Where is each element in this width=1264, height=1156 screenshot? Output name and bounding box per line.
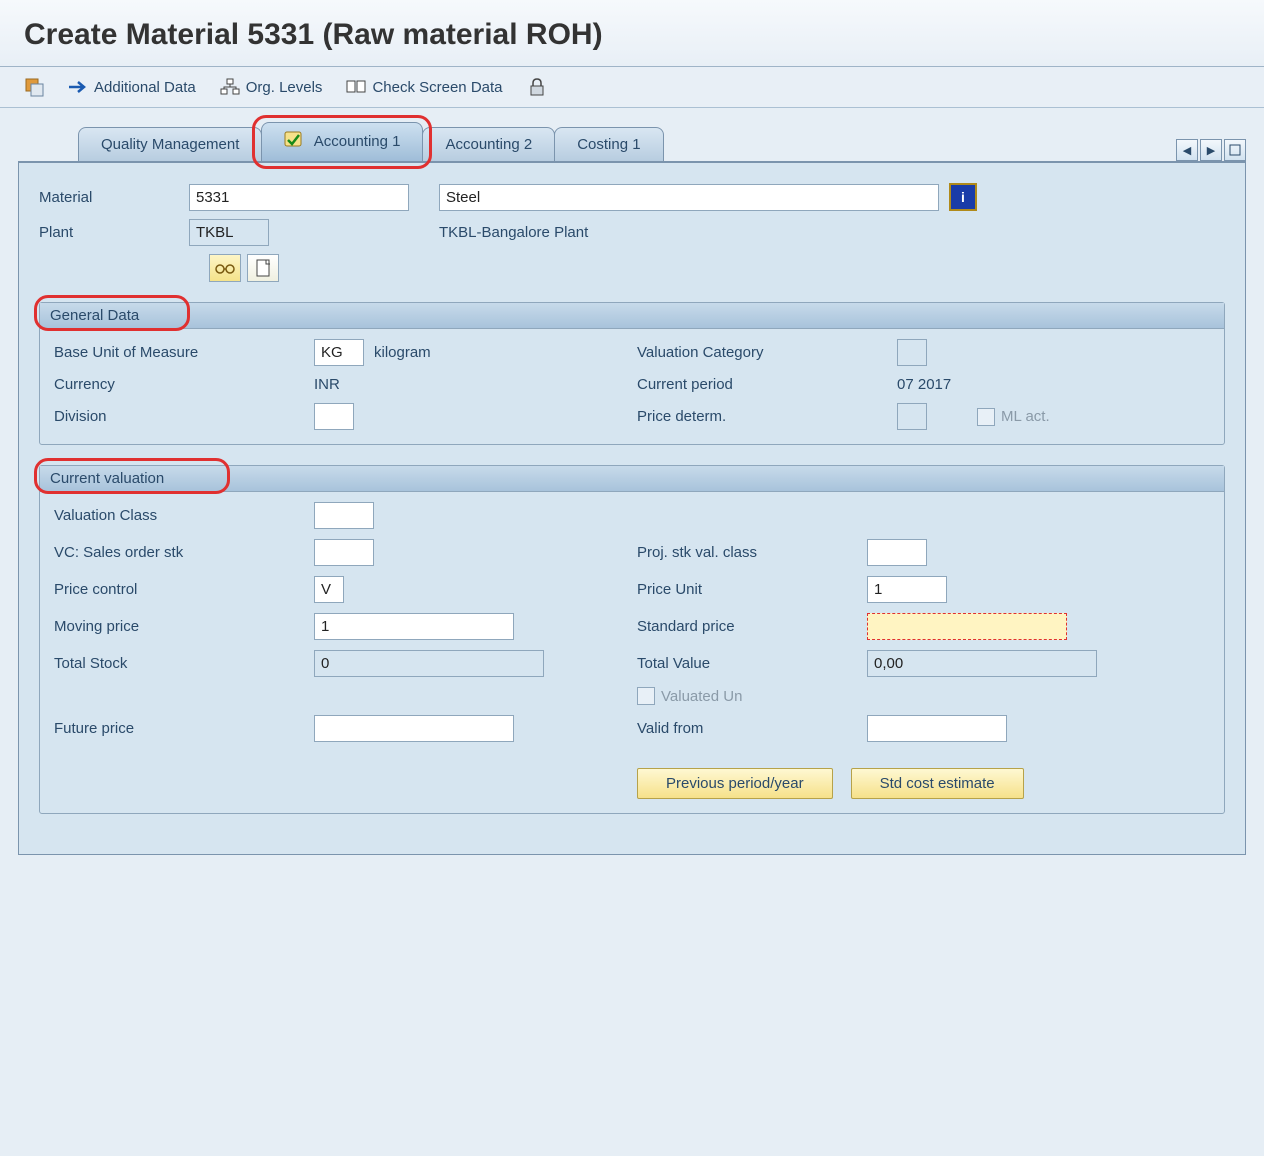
org-levels-button[interactable]: Org. Levels	[220, 77, 323, 97]
price-control-label: Price control	[54, 581, 304, 598]
tab-list-all[interactable]	[1224, 139, 1246, 161]
glasses-display-button[interactable]	[209, 254, 241, 282]
price-determ-label: Price determ.	[637, 408, 887, 425]
valuation-category-input	[897, 339, 927, 366]
standard-price-input[interactable]	[867, 613, 1067, 640]
create-document-button[interactable]	[247, 254, 279, 282]
valuated-un-checkbox	[637, 687, 655, 705]
tab-accounting1-label: Accounting 1	[314, 133, 401, 150]
accounting-icon	[284, 131, 304, 153]
vc-sales-input[interactable]	[314, 539, 374, 566]
standard-price-label: Standard price	[637, 618, 857, 635]
toolbar: Additional Data Org. Levels Check Screen…	[0, 67, 1264, 108]
valid-from-label: Valid from	[637, 720, 857, 737]
division-label: Division	[54, 408, 304, 425]
additional-data-label: Additional Data	[94, 79, 196, 96]
price-determ-input	[897, 403, 927, 430]
moving-price-label: Moving price	[54, 618, 304, 635]
ml-act-checkbox	[977, 408, 995, 426]
base-uom-text: kilogram	[374, 344, 431, 361]
tab-costing1-label: Costing 1	[577, 136, 640, 153]
page-title: Create Material 5331 (Raw material ROH)	[0, 0, 1264, 67]
total-stock-input	[314, 650, 544, 677]
current-valuation-title: Current valuation	[40, 466, 1224, 492]
moving-price-input[interactable]	[314, 613, 514, 640]
info-button[interactable]: i	[949, 183, 977, 211]
division-input[interactable]	[314, 403, 354, 430]
current-period-value: 07 2017	[897, 376, 951, 393]
general-data-title: General Data	[40, 303, 1224, 329]
valuated-un-label: Valuated Un	[661, 688, 742, 705]
tab-scroll-left[interactable]: ◀	[1176, 139, 1198, 161]
org-levels-label: Org. Levels	[246, 79, 323, 96]
tab-quality-label: Quality Management	[101, 136, 239, 153]
total-value-input	[867, 650, 1097, 677]
std-cost-estimate-button[interactable]: Std cost estimate	[851, 768, 1024, 799]
svg-text:i: i	[961, 189, 965, 205]
content-panel: Material i Plant TKBL-Bangalore Plant Ge…	[18, 161, 1246, 855]
future-price-input[interactable]	[314, 715, 514, 742]
lock-icon	[527, 77, 547, 97]
total-stock-label: Total Stock	[54, 655, 304, 672]
plant-description: TKBL-Bangalore Plant	[439, 224, 588, 241]
tab-accounting-2[interactable]: Accounting 2	[422, 127, 555, 161]
toolbar-arrow-left-icon[interactable]	[24, 77, 44, 97]
valuation-class-input[interactable]	[314, 502, 374, 529]
plant-input	[189, 219, 269, 246]
tab-accounting2-label: Accounting 2	[445, 136, 532, 153]
total-value-label: Total Value	[637, 655, 857, 672]
ml-act-label: ML act.	[1001, 408, 1050, 425]
hierarchy-icon	[220, 77, 240, 97]
material-label: Material	[39, 189, 179, 206]
material-description-input[interactable]	[439, 184, 939, 211]
currency-label: Currency	[54, 376, 304, 393]
tab-costing-1[interactable]: Costing 1	[554, 127, 663, 161]
valuation-class-label: Valuation Class	[54, 507, 304, 524]
future-price-label: Future price	[54, 720, 304, 737]
proj-stk-label: Proj. stk val. class	[637, 544, 857, 561]
tabs-nav: ◀ ▶	[1176, 139, 1246, 161]
arrow-right-icon	[68, 77, 88, 97]
tab-accounting-1[interactable]: Accounting 1	[261, 122, 423, 161]
current-valuation-groupbox: Current valuation Valuation Class VC: Sa…	[39, 465, 1225, 814]
proj-stk-input[interactable]	[867, 539, 927, 566]
tab-scroll-right[interactable]: ▶	[1200, 139, 1222, 161]
currency-value: INR	[314, 376, 340, 393]
price-unit-input[interactable]	[867, 576, 947, 603]
price-control-input[interactable]	[314, 576, 344, 603]
lock-button[interactable]	[527, 77, 547, 97]
material-input[interactable]	[189, 184, 409, 211]
tab-strip: Quality Management Accounting 1 Accounti…	[0, 122, 1264, 161]
additional-data-button[interactable]: Additional Data	[68, 77, 196, 97]
check-screen-data-button[interactable]: Check Screen Data	[346, 77, 502, 97]
current-period-label: Current period	[637, 376, 887, 393]
price-unit-label: Price Unit	[637, 581, 857, 598]
valid-from-input[interactable]	[867, 715, 1007, 742]
base-uom-label: Base Unit of Measure	[54, 344, 304, 361]
check-screen-icon	[346, 77, 366, 97]
valuation-category-label: Valuation Category	[637, 344, 887, 361]
previous-period-year-button[interactable]: Previous period/year	[637, 768, 833, 799]
base-uom-input[interactable]	[314, 339, 364, 366]
general-data-groupbox: General Data Base Unit of Measure kilogr…	[39, 302, 1225, 445]
plant-label: Plant	[39, 224, 179, 241]
vc-sales-label: VC: Sales order stk	[54, 544, 304, 561]
check-screen-data-label: Check Screen Data	[372, 79, 502, 96]
tab-quality-management[interactable]: Quality Management	[78, 127, 262, 161]
